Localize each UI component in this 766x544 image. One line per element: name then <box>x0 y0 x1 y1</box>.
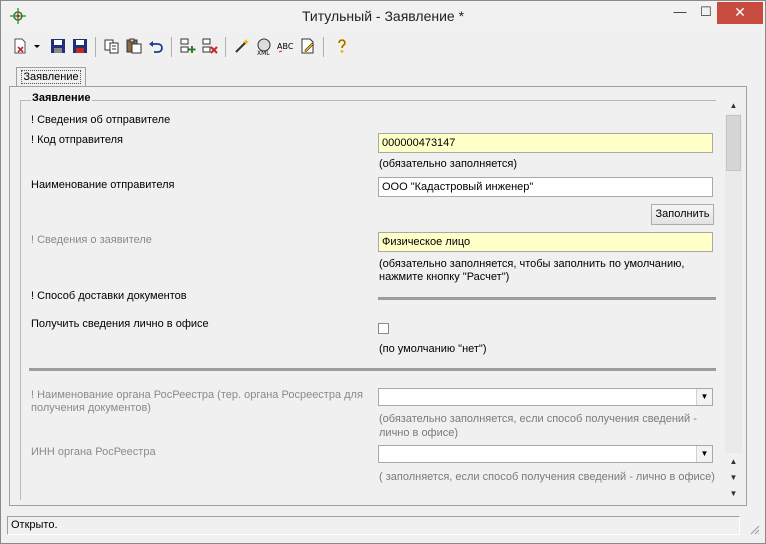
chevron-down-icon[interactable]: ▼ <box>696 446 712 462</box>
chevron-down-icon[interactable]: ▼ <box>696 389 712 405</box>
scroll-up-icon[interactable]: ▲ <box>725 97 742 114</box>
status-bar: Открыто. <box>4 515 762 537</box>
help-icon[interactable] <box>331 35 353 57</box>
svg-text:ABC: ABC <box>277 42 294 51</box>
delivery-separator <box>378 297 716 300</box>
in-office-checkbox[interactable] <box>378 323 389 334</box>
close-button[interactable]: ✕ <box>717 2 763 24</box>
applicant-hint-line1: (обязательно заполняется, чтобы заполнит… <box>379 258 685 270</box>
applicant-hint-line2: нажмите кнопку "Расчет") <box>379 271 510 283</box>
in-office-label: Получить сведения лично в офисе <box>31 318 209 330</box>
inn-hint: ( заполняется, если способ получения све… <box>379 471 715 483</box>
tab-label: Заявление <box>21 70 81 84</box>
scroll-down-icon[interactable]: ▼ <box>725 485 742 502</box>
applicant-label: ! Сведения о заявителе <box>31 234 152 246</box>
svg-text:XML: XML <box>257 50 270 56</box>
scroll-down-icon[interactable]: ▼ <box>725 469 742 486</box>
form-panel: Заявление ! Сведения об отправителе ! Ко… <box>9 86 747 506</box>
toolbar-separator <box>323 37 324 57</box>
copy-icon[interactable] <box>101 35 123 57</box>
rosreestr-organ-label-line1: ! Наименование органа РосРеестра (тер. о… <box>31 389 363 401</box>
applicant-field[interactable]: Физическое лицо <box>378 232 713 252</box>
delete-row-icon[interactable] <box>199 35 221 57</box>
inn-select[interactable]: ▼ <box>378 445 713 463</box>
delivery-method-label: ! Способ доставки документов <box>31 290 187 302</box>
title-bar: Титульный - Заявление * — ☐ ✕ <box>1 1 765 33</box>
sender-code-label: ! Код отправителя <box>31 134 124 146</box>
sender-code-field[interactable]: 000000473147 <box>378 133 713 153</box>
toolbar-separator <box>171 37 172 57</box>
minimize-button[interactable]: — <box>666 2 694 24</box>
sender-name-label: Наименование отправителя <box>31 179 175 191</box>
rosreestr-organ-hint-line2: лично в офисе) <box>379 427 459 439</box>
rosreestr-organ-label-line2: получения документов) <box>31 402 151 414</box>
in-office-hint: (по умолчанию "нет") <box>379 343 487 355</box>
fill-button[interactable]: Заполнить <box>651 204 714 225</box>
save-as-icon[interactable] <box>69 35 91 57</box>
application-window: Титульный - Заявление * — ☐ ✕ XML ABC За… <box>0 0 766 544</box>
toolbar-separator <box>225 37 226 57</box>
section-separator <box>29 368 716 371</box>
scroll-thumb[interactable] <box>726 115 741 171</box>
new-document-icon[interactable] <box>9 35 31 57</box>
scroll-up-icon[interactable]: ▲ <box>725 453 742 470</box>
toolbar-separator <box>95 37 96 57</box>
sender-code-hint: (обязательно заполняется) <box>379 158 518 170</box>
rosreestr-organ-select[interactable]: ▼ <box>378 388 713 406</box>
edit-document-icon[interactable] <box>297 35 319 57</box>
resize-grip-icon[interactable] <box>748 523 760 535</box>
undo-icon[interactable] <box>145 35 167 57</box>
rosreestr-organ-hint-line1: (обязательно заполняется, если способ по… <box>379 413 697 425</box>
window-title: Титульный - Заявление * <box>301 8 465 24</box>
inn-label: ИНН органа РосРеестра <box>31 446 156 458</box>
vertical-scrollbar[interactable]: ▲ ▲ ▼ ▼ <box>725 97 742 502</box>
wand-icon[interactable] <box>231 35 253 57</box>
tab-application[interactable]: Заявление <box>16 67 86 87</box>
spellcheck-icon[interactable]: ABC <box>275 35 297 57</box>
save-icon[interactable] <box>47 35 69 57</box>
add-row-icon[interactable] <box>177 35 199 57</box>
status-text: Открыто. <box>7 516 740 535</box>
sender-section-label: ! Сведения об отправителе <box>31 114 171 126</box>
group-title: Заявление <box>31 92 92 104</box>
toolbar: XML ABC <box>7 35 757 59</box>
maximize-button[interactable]: ☐ <box>692 2 720 24</box>
dropdown-arrow-icon[interactable] <box>31 35 43 57</box>
paste-icon[interactable] <box>123 35 145 57</box>
xml-icon[interactable]: XML <box>253 35 275 57</box>
sender-name-field[interactable]: ООО "Кадастровый инженер" <box>378 177 713 197</box>
